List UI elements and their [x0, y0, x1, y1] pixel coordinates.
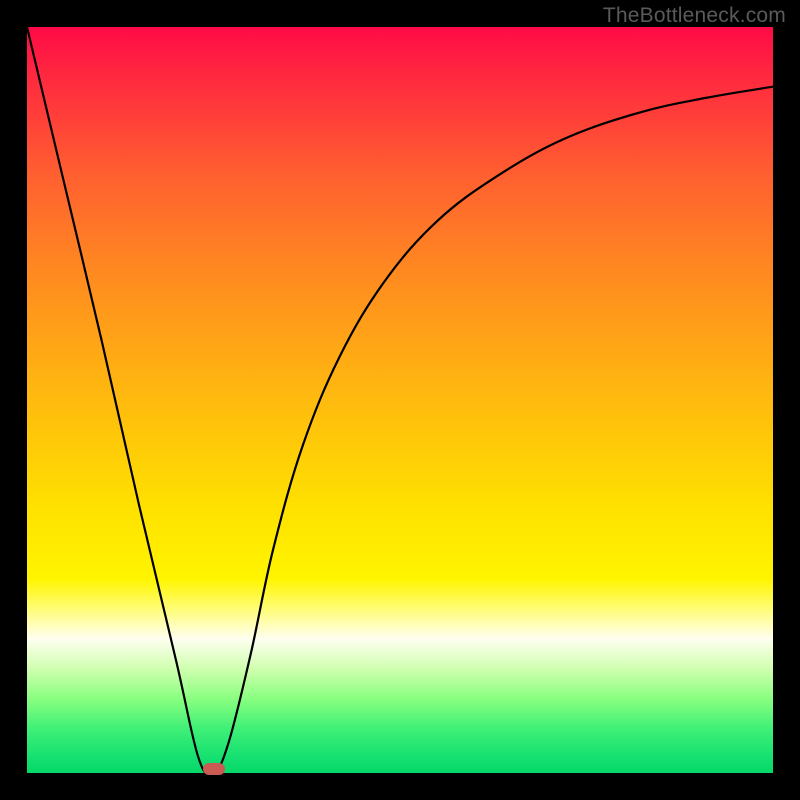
- minimum-marker: [203, 763, 225, 775]
- bottleneck-curve: [27, 27, 773, 773]
- chart-area: [27, 27, 773, 773]
- curve-svg: [27, 27, 773, 773]
- watermark-text: TheBottleneck.com: [603, 4, 786, 28]
